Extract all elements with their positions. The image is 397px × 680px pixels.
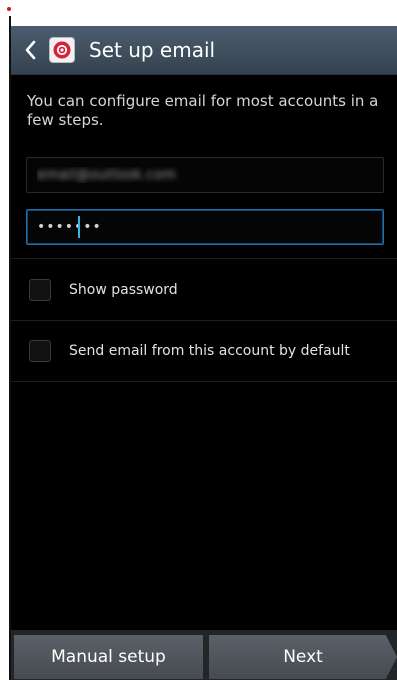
email-app-icon: [49, 37, 75, 63]
phone-screen: Set up email You can configure email for…: [11, 26, 397, 680]
divider: [11, 320, 397, 321]
show-password-label: Show password: [69, 282, 178, 298]
divider: [11, 258, 397, 259]
default-account-label: Send email from this account by default: [69, 343, 350, 359]
bottom-button-bar: Manual setup Next: [11, 630, 397, 680]
text-cursor: [78, 216, 80, 238]
action-bar: Set up email: [11, 26, 397, 75]
show-password-option[interactable]: Show password: [11, 261, 397, 319]
intro-text: You can configure email for most account…: [27, 92, 379, 129]
show-password-checkbox[interactable]: [29, 279, 51, 301]
page-title: Set up email: [89, 38, 216, 62]
marker-dot: [7, 7, 11, 11]
screenshot-frame: Set up email You can configure email for…: [0, 0, 397, 680]
manual-setup-button[interactable]: Manual setup: [14, 635, 203, 679]
default-account-checkbox[interactable]: [29, 340, 51, 362]
default-account-option[interactable]: Send email from this account by default: [11, 322, 397, 380]
email-field[interactable]: [26, 157, 384, 193]
back-chevron-icon[interactable]: [21, 37, 41, 63]
next-button[interactable]: Next: [209, 635, 397, 679]
divider: [11, 381, 397, 382]
